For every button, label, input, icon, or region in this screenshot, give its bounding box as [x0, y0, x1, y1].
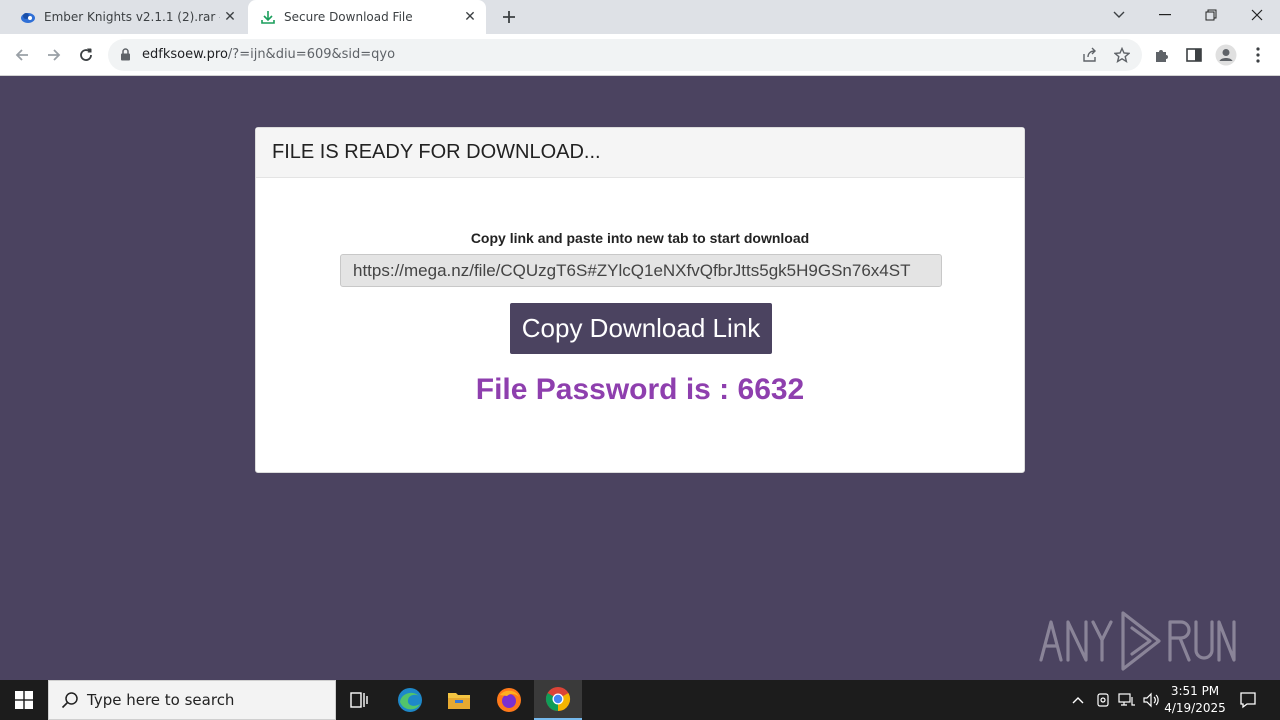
meet-now-icon[interactable]: [1092, 680, 1114, 720]
anyrun-watermark-logo: [1038, 608, 1238, 674]
clock-time: 3:51 PM: [1170, 684, 1220, 698]
tab-title: Ember Knights v2.1.1 (2).rar - 1C: [44, 10, 220, 24]
notification-center-icon[interactable]: [1232, 680, 1264, 720]
menu-kebab-icon[interactable]: [1246, 43, 1270, 67]
back-button[interactable]: [6, 39, 38, 71]
taskbar-clock[interactable]: 3:51 PM 4/19/2025: [1160, 683, 1230, 717]
new-tab-button[interactable]: [498, 6, 520, 28]
volume-icon[interactable]: [1140, 680, 1162, 720]
tab-strip: Ember Knights v2.1.1 (2).rar - 1C ✕ Secu…: [0, 0, 1280, 34]
close-tab-icon[interactable]: ✕: [220, 7, 240, 27]
bookmark-star-icon[interactable]: [1112, 45, 1132, 65]
tab-title: Secure Download File: [284, 10, 413, 24]
edge-browser-icon[interactable]: [386, 680, 434, 720]
search-placeholder: Type here to search: [87, 691, 235, 709]
firefox-icon[interactable]: [485, 680, 533, 720]
download-link-field[interactable]: https://mega.nz/file/CQUzgT6S#ZYlcQ1eNXf…: [340, 254, 942, 287]
task-view-icon[interactable]: [336, 680, 384, 720]
address-bar[interactable]: edfksoew.pro/?=ijn&diu=609&sid=qyo: [108, 39, 1142, 71]
close-window-button[interactable]: [1234, 0, 1280, 30]
close-tab-icon[interactable]: ✕: [460, 7, 480, 27]
file-explorer-icon[interactable]: [435, 680, 483, 720]
cloud-favicon-icon: [20, 9, 36, 25]
card-header: FILE IS READY FOR DOWNLOAD...: [256, 128, 1024, 178]
tab-secure-download[interactable]: Secure Download File ✕: [248, 0, 486, 34]
tray-chevron-up-icon[interactable]: [1068, 680, 1088, 720]
side-panel-icon[interactable]: [1182, 43, 1206, 67]
chrome-icon[interactable]: [534, 680, 582, 720]
url-text: edfksoew.pro/?=ijn&diu=609&sid=qyo: [142, 47, 395, 62]
copy-download-link-button[interactable]: Copy Download Link: [510, 303, 772, 354]
share-icon[interactable]: [1080, 45, 1100, 65]
restore-button[interactable]: [1188, 0, 1234, 30]
browser-toolbar: edfksoew.pro/?=ijn&diu=609&sid=qyo: [0, 34, 1280, 76]
url-domain: edfksoew.pro: [142, 47, 228, 62]
instruction-text: Copy link and paste into new tab to star…: [470, 230, 810, 246]
file-password-text: File Password is : 6632: [475, 373, 805, 406]
network-icon[interactable]: [1116, 680, 1138, 720]
url-path: /?=ijn&diu=609&sid=qyo: [227, 47, 396, 62]
taskbar-search-box[interactable]: Type here to search: [48, 680, 336, 720]
download-card: FILE IS READY FOR DOWNLOAD... Copy link …: [255, 127, 1025, 473]
windows-start-button[interactable]: [0, 680, 48, 720]
download-favicon-icon: [260, 9, 276, 25]
forward-button[interactable]: [38, 39, 70, 71]
clock-date: 4/19/2025: [1164, 701, 1226, 715]
tab-search-chevron-icon[interactable]: [1096, 0, 1142, 30]
tab-ember-knights[interactable]: Ember Knights v2.1.1 (2).rar - 1C ✕: [8, 0, 246, 34]
lock-icon[interactable]: [120, 48, 131, 66]
extensions-puzzle-icon[interactable]: [1150, 43, 1174, 67]
profile-avatar-icon[interactable]: [1214, 43, 1238, 67]
search-icon: [61, 691, 79, 709]
reload-button[interactable]: [70, 39, 102, 71]
minimize-button[interactable]: [1142, 0, 1188, 30]
windows-taskbar: Type here to search 3:51 PM 4/19/2025: [0, 680, 1280, 720]
